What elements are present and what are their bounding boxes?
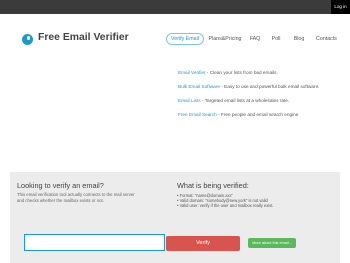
feature-link-email-verifier[interactable]: Email Verifier xyxy=(178,70,206,75)
nav-contacts[interactable]: Contacts xyxy=(313,33,340,45)
feature-link-email-lists[interactable]: Email Lists xyxy=(178,98,201,103)
nav-blog[interactable]: Blog xyxy=(292,33,306,45)
nav-verify-email[interactable]: Verify Email xyxy=(166,33,204,45)
nav-poll[interactable]: Poll xyxy=(270,33,282,45)
feature-link-free-email-search[interactable]: Free Email Search xyxy=(178,112,217,117)
feature-item: Free Email Search - Free people and emai… xyxy=(178,112,298,117)
logo-icon xyxy=(22,34,33,45)
verify-description: This email verification tool actually co… xyxy=(17,192,135,203)
feature-text: - Free people and email search engine xyxy=(216,112,299,117)
feature-link-bulk-email-software[interactable]: Bulk Email Software xyxy=(178,84,220,89)
feature-text: - Targeted email lists at a wholesales r… xyxy=(200,98,290,103)
more-about-email-button[interactable]: More about this email... xyxy=(248,238,296,248)
feature-item: Bulk Email Software - Easy to use and po… xyxy=(178,84,319,89)
feature-text: - Clean your lists from bad emails. xyxy=(205,70,278,75)
verify-button[interactable]: Verify xyxy=(166,236,240,251)
page: Log in Free Email Verifier Verify Email … xyxy=(0,0,350,263)
rules-heading: What is being verified: xyxy=(177,181,249,190)
site-title[interactable]: Free Email Verifier xyxy=(38,32,129,43)
nav-faq[interactable]: FAQ xyxy=(248,33,262,45)
top-bar: Log in xyxy=(0,0,350,14)
login-button[interactable]: Log in xyxy=(331,0,350,14)
rules-list: Format: "name@domain.xxx" Valid domain: … xyxy=(177,193,274,209)
feature-text: - Easy to use and powerful bulk email so… xyxy=(219,84,320,89)
rule-item: Valid user: verify if the user and mailb… xyxy=(177,203,274,208)
nav-plans-pricing[interactable]: Plans&Pricing xyxy=(207,33,243,45)
email-input[interactable] xyxy=(24,234,165,251)
feature-item: Email Lists - Targeted email lists at a … xyxy=(178,98,289,103)
feature-item: Email Verifier - Clean your lists from b… xyxy=(178,70,278,75)
verify-heading: Looking to verify an email? xyxy=(17,181,104,190)
